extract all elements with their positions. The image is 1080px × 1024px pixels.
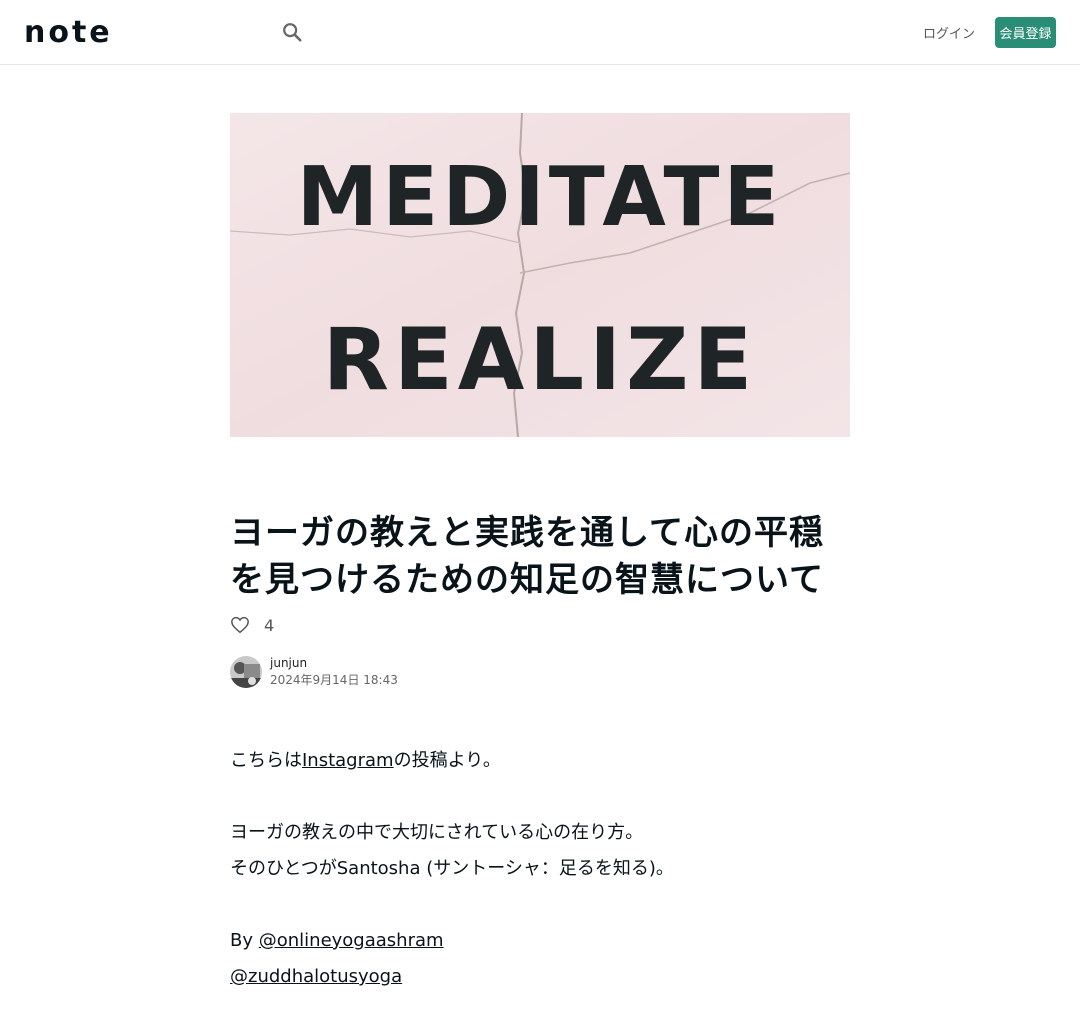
body-credit-line: By @onlineyogaashram (230, 923, 850, 959)
login-link[interactable]: ログイン (920, 17, 978, 47)
intro-after: の投稿より。 (393, 750, 501, 771)
body-paragraph-1: こちらはInstagramの投稿より。 (230, 743, 850, 779)
author-meta: junjun 2024年9月14日 18:43 (270, 655, 398, 689)
logo-text: note (24, 18, 113, 46)
hero-image-graphic: MEDITATE REALIZE (230, 113, 850, 437)
site-header: note ログイン 会員登録 (0, 0, 1080, 65)
like-button[interactable] (230, 615, 250, 635)
author-name[interactable]: junjun (270, 655, 398, 671)
article-body: こちらはInstagramの投稿より。 ヨーガの教えの中で大切にされている心の在… (230, 743, 850, 995)
onlineyogaashram-link[interactable]: @onlineyogaashram (259, 930, 444, 951)
search-icon (283, 23, 302, 42)
body-paragraph-2: ヨーガの教えの中で大切にされている心の在り方。 (230, 822, 644, 843)
by-label: By (230, 930, 259, 951)
body-credit-line-2: @zuddhalotusyoga (230, 959, 850, 995)
like-row: 4 (230, 613, 274, 637)
note-logo[interactable]: note (24, 18, 124, 46)
avatar[interactable] (230, 656, 262, 688)
zuddhalotusyoga-link[interactable]: @zuddhalotusyoga (230, 966, 402, 987)
signup-button[interactable]: 会員登録 (995, 17, 1056, 48)
hero-image: MEDITATE REALIZE (230, 113, 850, 437)
search-button[interactable] (278, 18, 306, 46)
article-title: ヨーガの教えと実践を通して心の平穏を見つけるための知足の智慧について (230, 513, 824, 600)
heart-icon (231, 616, 249, 634)
post-date: 2024年9月14日 18:43 (270, 673, 398, 687)
instagram-link[interactable]: Instagram (302, 750, 394, 771)
hero-text-line1: MEDITATE (297, 150, 784, 245)
avatar-image (230, 656, 262, 688)
body-paragraph-3: そのひとつがSantosha (サントーシャ：足るを知る)。 (230, 858, 674, 879)
intro-before: こちらは (230, 750, 302, 771)
like-count: 4 (264, 615, 275, 635)
hero-text-line2: REALIZE (323, 310, 757, 410)
author-block: junjun 2024年9月14日 18:43 (230, 655, 398, 689)
